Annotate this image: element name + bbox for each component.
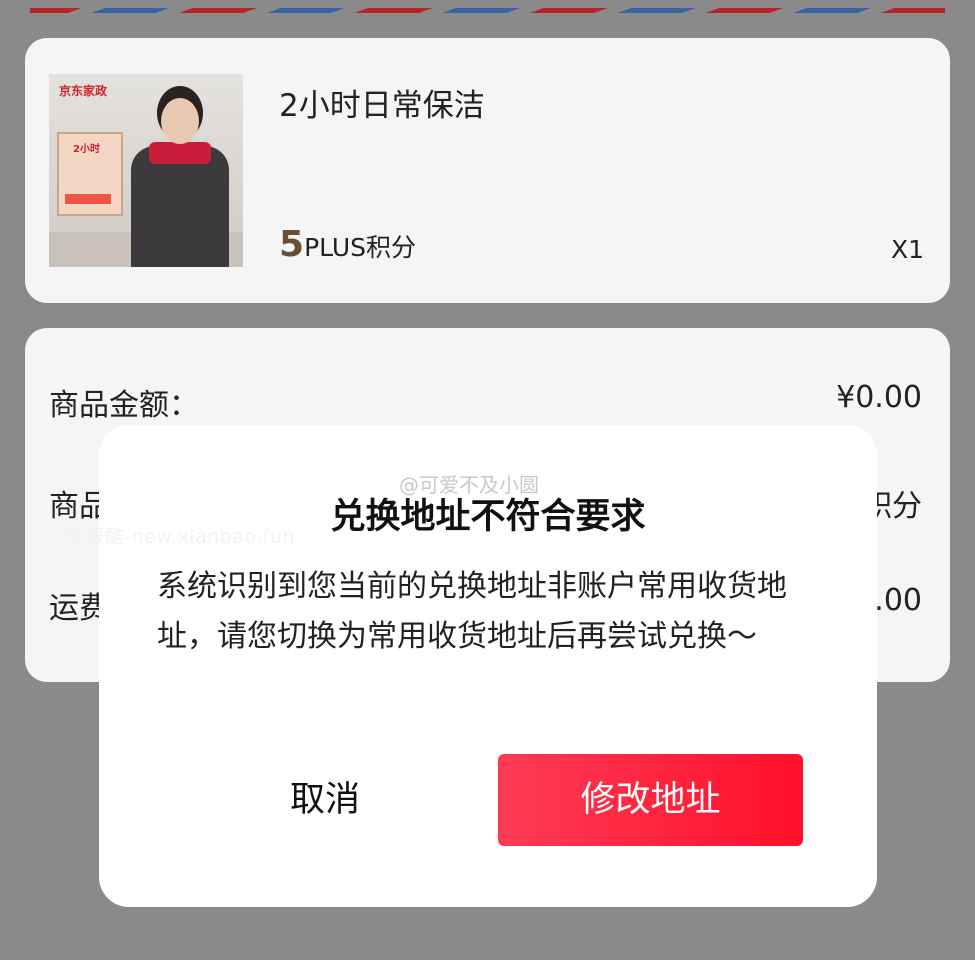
dialog-message: 系统识别到您当前的兑换地址非账户常用收货地址，请您切换为常用收货地址后再尝试兑换… <box>157 569 787 654</box>
cancel-button[interactable]: 取消 <box>225 754 425 846</box>
price-number: 5 <box>279 224 305 265</box>
product-quantity: X1 <box>890 235 924 264</box>
image-person-head <box>161 98 199 144</box>
site-watermark: 线报酷-new.xianbao.fun <box>66 526 295 548</box>
image-poster-stripe <box>65 194 111 204</box>
product-card: 京东家政 2小时 2小时日常保洁 5PLUS积分 X1 <box>25 38 950 303</box>
airmail-border <box>30 8 945 13</box>
image-poster-text: 2小时 <box>73 144 100 155</box>
address-warning-dialog: @可爱不及小圆 兑换地址不符合要求 系统识别到您当前的兑换地址非账户常用收货地址… <box>99 425 877 907</box>
image-poster: 2小时 <box>57 132 123 216</box>
product-image: 京东家政 2小时 <box>49 74 243 267</box>
product-title: 2小时日常保洁 <box>279 88 485 124</box>
modify-address-button[interactable]: 修改地址 <box>498 754 803 846</box>
image-person-collar <box>149 142 211 164</box>
summary-value-amount: ¥0.00 <box>836 380 922 415</box>
summary-value-shipping: .00 <box>874 583 922 618</box>
image-brand-text: 京东家政 <box>59 84 108 98</box>
image-person-body <box>131 146 229 267</box>
product-price: 5PLUS积分 <box>279 224 416 265</box>
summary-label-amount: 商品金额： <box>49 388 199 423</box>
price-unit: PLUS积分 <box>304 233 416 262</box>
